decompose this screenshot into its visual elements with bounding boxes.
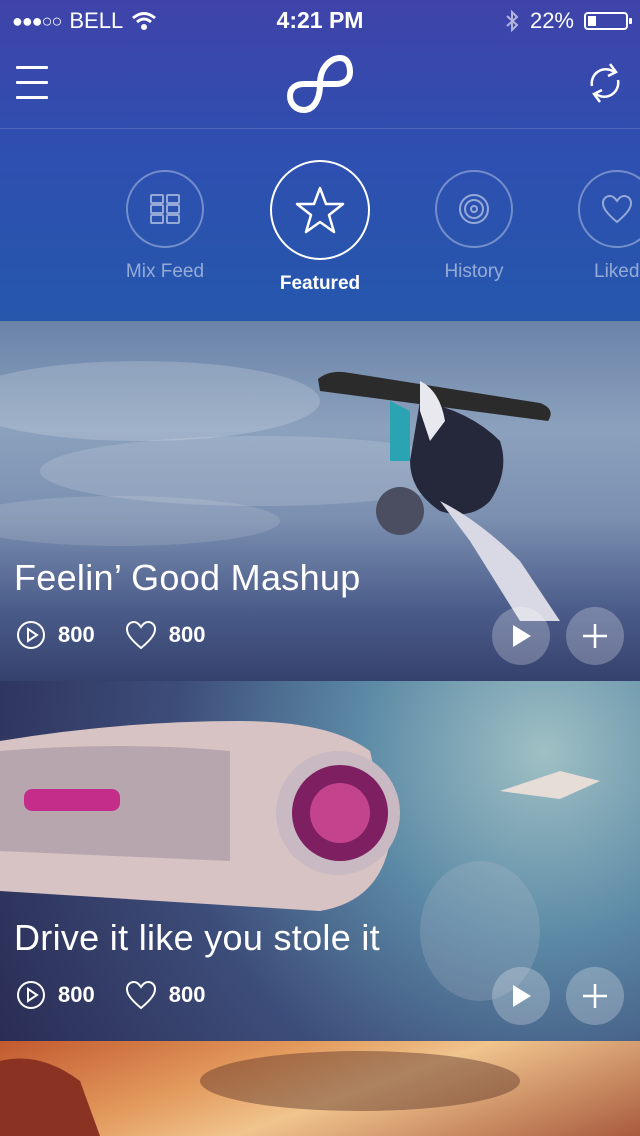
play-count-icon [17, 981, 45, 1009]
play-icon [513, 625, 531, 647]
mix-title: Drive it like you stole it [14, 917, 380, 958]
play-button[interactable] [492, 967, 550, 1025]
like-count: 800 [125, 980, 206, 1010]
play-icon [513, 985, 531, 1007]
heart-icon [601, 194, 633, 224]
category-label: Featured [279, 273, 361, 294]
mix-cover-image [0, 1041, 640, 1136]
category-label: Liked [594, 261, 640, 282]
like-count: 800 [125, 620, 206, 650]
nav-bar [0, 40, 640, 129]
play-count-icon [17, 621, 45, 649]
category-label: History [444, 261, 504, 282]
mix-stats: 800 800 [16, 980, 235, 1010]
grid-icon [150, 194, 180, 224]
plus-icon [583, 624, 607, 648]
plus-icon [583, 984, 607, 1008]
category-history[interactable]: History [414, 170, 534, 283]
play-button[interactable] [492, 607, 550, 665]
add-button[interactable] [566, 967, 624, 1025]
category-featured[interactable]: Featured [260, 160, 380, 295]
app-header: ●●●○○ BELL 4:21 PM 22% Mix Feed Featured… [0, 0, 640, 321]
play-count: 800 [16, 980, 95, 1010]
heart-icon [125, 620, 156, 650]
category-selector: Mix Feed Featured History Liked [0, 130, 640, 320]
mix-title: Feelin’ Good Mashup [14, 557, 361, 598]
status-bar: ●●●○○ BELL 4:21 PM 22% [0, 0, 640, 40]
mix-card[interactable]: Drive it like you stole it 800 800 [0, 681, 640, 1041]
category-label: Mix Feed [125, 261, 205, 282]
play-count-value: 800 [58, 622, 95, 647]
8tracks-logo-icon[interactable] [286, 52, 354, 116]
hamburger-menu-icon[interactable] [16, 66, 48, 100]
play-count-value: 800 [58, 982, 95, 1007]
category-liked[interactable]: Liked [578, 170, 640, 283]
add-button[interactable] [566, 607, 624, 665]
mix-card[interactable]: Feelin’ Good Mashup 800 800 [0, 321, 640, 681]
star-icon [295, 186, 345, 234]
like-count-value: 800 [168, 982, 206, 1007]
heart-icon [125, 980, 156, 1010]
battery-icon [584, 12, 632, 30]
battery-percentage: 22% [529, 8, 574, 33]
bluetooth-icon [506, 9, 519, 33]
play-count: 800 [16, 620, 95, 650]
refresh-icon[interactable] [584, 60, 626, 106]
vinyl-record-icon [459, 194, 489, 224]
mix-card[interactable] [0, 1041, 640, 1136]
battery-level-fill [588, 16, 596, 26]
category-mix-feed[interactable]: Mix Feed [105, 170, 225, 283]
mix-stats: 800 800 [16, 620, 235, 650]
like-count-value: 800 [168, 622, 206, 647]
